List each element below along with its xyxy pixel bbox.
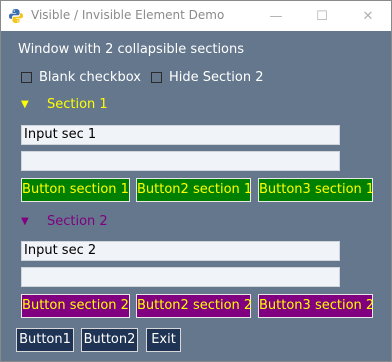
hide-section2-checkbox[interactable]: Hide Section 2 — [151, 70, 263, 85]
window-content: Window with 2 collapsible sections Blank… — [1, 31, 391, 361]
collapse-arrow-icon[interactable]: ▼ — [21, 99, 37, 110]
section2-title[interactable]: Section 2 — [47, 214, 108, 229]
button2[interactable]: Button2 — [81, 328, 138, 352]
title-bar: Visible / Invisible Element Demo — ☐ ✕ — [1, 1, 391, 31]
button3-section2[interactable]: Button3 section 2 — [258, 294, 374, 318]
button2-section1[interactable]: Button2 section 1 — [136, 178, 252, 202]
checkbox-label: Hide Section 2 — [169, 70, 264, 85]
section2-input-2[interactable] — [21, 267, 340, 287]
section2-input-1[interactable]: Input sec 2 — [21, 241, 340, 261]
section1-input-2[interactable] — [21, 151, 340, 171]
checkbox-label: Blank checkbox — [39, 70, 141, 85]
button2-section2[interactable]: Button2 section 2 — [136, 294, 252, 318]
section2-header[interactable]: ▼ Section 2 — [21, 214, 108, 229]
collapse-arrow-icon[interactable]: ▼ — [21, 216, 37, 227]
button1[interactable]: Button1 — [16, 328, 74, 352]
section1-input-1[interactable]: Input sec 1 — [21, 125, 340, 145]
minimize-button[interactable]: — — [253, 1, 299, 31]
section1-title[interactable]: Section 1 — [47, 97, 108, 112]
maximize-button[interactable]: ☐ — [299, 1, 345, 31]
blank-checkbox[interactable]: Blank checkbox — [21, 70, 141, 85]
checkbox-box[interactable] — [21, 72, 32, 83]
section1-header[interactable]: ▼ Section 1 — [21, 97, 108, 112]
button-section1[interactable]: Button section 1 — [21, 178, 130, 202]
button3-section1[interactable]: Button3 section 1 — [258, 178, 374, 202]
window-title: Visible / Invisible Element Demo — [31, 8, 225, 22]
checkbox-box[interactable] — [151, 72, 162, 83]
button-section2[interactable]: Button section 2 — [21, 294, 130, 318]
app-window: Visible / Invisible Element Demo — ☐ ✕ W… — [0, 0, 392, 362]
header-text: Window with 2 collapsible sections — [18, 42, 245, 57]
exit-button[interactable]: Exit — [146, 328, 181, 352]
close-button[interactable]: ✕ — [345, 1, 391, 31]
python-logo-icon — [8, 8, 24, 24]
